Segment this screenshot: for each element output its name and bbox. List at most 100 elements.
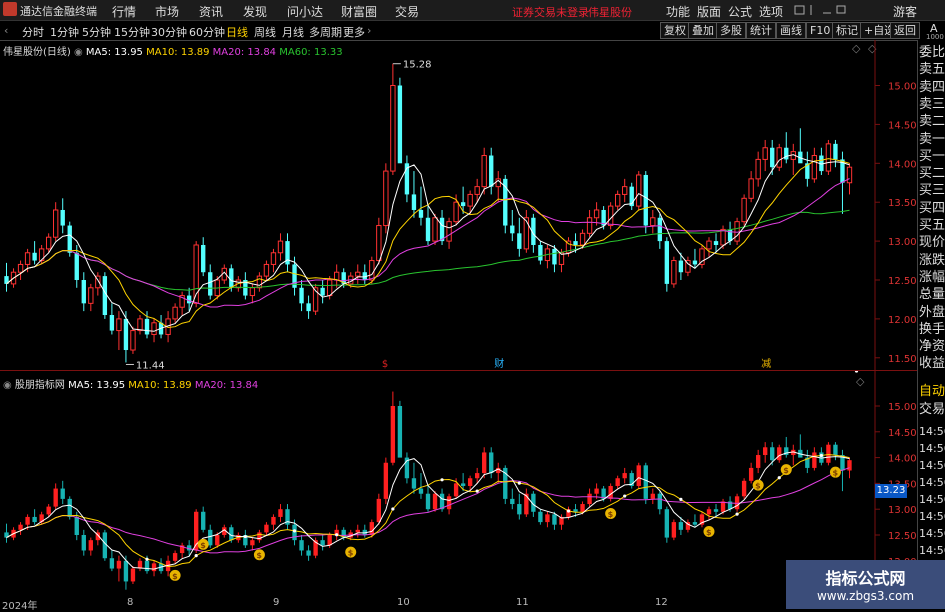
mark-button[interactable]: 标记 [832, 22, 862, 39]
sidebar-item[interactable]: 涨幅 [919, 270, 945, 286]
sidebar-item[interactable]: 14:56 [919, 475, 945, 491]
menu-layout[interactable]: 版面 [697, 3, 721, 20]
candle-body [45, 236, 52, 250]
login-notice[interactable]: 证券交易未登录 [512, 4, 589, 20]
period-multi[interactable]: 多周期 [309, 24, 342, 40]
sidebar-item[interactable]: 换手 [919, 322, 945, 338]
candle-body [172, 306, 178, 320]
overlay-button[interactable]: 叠加 [688, 22, 718, 39]
period-1min[interactable]: 1分钟 [50, 24, 79, 40]
candle-body [474, 186, 480, 195]
period-monthly[interactable]: 月线 [282, 24, 304, 40]
menu-news[interactable]: 资讯 [199, 3, 223, 20]
period-30min[interactable]: 30分钟 [151, 24, 187, 40]
guest-label[interactable]: 游客 [893, 3, 917, 20]
toolbar-back-icon[interactable]: ‹ [4, 24, 8, 37]
y-tick-label: 12.50 [888, 276, 917, 287]
sidebar-item[interactable]: 卖三 [919, 97, 945, 113]
signal-dot [679, 497, 683, 501]
period-60min[interactable]: 60分钟 [189, 24, 225, 40]
sidebar-item[interactable]: 卖一 [919, 132, 945, 148]
sidebar-item[interactable]: 买四 [919, 201, 945, 217]
sidebar-item[interactable]: 14:56 [919, 441, 945, 457]
shirt-icon[interactable] [794, 5, 805, 15]
sidebar-item[interactable]: 14:56 [919, 526, 945, 542]
candle-body [327, 535, 332, 546]
candle-body [208, 272, 213, 296]
period-daily[interactable]: 日线 [226, 24, 248, 40]
candle-body [229, 268, 234, 288]
candle-body [81, 280, 86, 304]
chevron-right-icon[interactable]: › [367, 24, 371, 37]
money-bag-icon: $ [345, 546, 357, 558]
period-more[interactable]: 更多 [343, 24, 365, 40]
signal-dot [777, 476, 781, 480]
menu-function[interactable]: 功能 [666, 3, 690, 20]
sidebar-item[interactable]: 14:56 [919, 492, 945, 508]
statistics-button[interactable]: 统计 [746, 22, 776, 39]
menu-market[interactable]: 行情 [112, 3, 136, 20]
low-price-label: 11.44 [136, 360, 165, 370]
sidebar-item[interactable]: 总量 [919, 287, 945, 303]
sidebar-item[interactable]: 14:56 [919, 543, 945, 559]
y-tick-label: 11.50 [888, 354, 917, 365]
candlestick-chart[interactable]: 15.00 14.50 14.00 13.50 13.00 12.50 12.00 11.50… [0, 40, 917, 370]
candle-body [489, 452, 494, 474]
candle-body [741, 197, 747, 223]
candle-body [748, 178, 754, 199]
menu-trade[interactable]: 交易 [395, 3, 419, 20]
menu-formula[interactable]: 公式 [728, 3, 752, 20]
sidebar-item[interactable]: 卖二 [919, 114, 945, 130]
f10-button[interactable]: F10 [806, 22, 835, 39]
candle-body [376, 498, 382, 523]
period-weekly[interactable]: 周线 [254, 24, 276, 40]
sidebar-item[interactable]: 卖五 [919, 62, 945, 78]
sidebar-item[interactable]: 自动 [919, 384, 945, 400]
top-menu-bar: 通达信金融终端 行情 市场 资讯 发现 问小达 财富圈 交易 证券交易未登录 伟… [0, 0, 945, 21]
money-bag-symbol: $ [172, 572, 178, 581]
sidebar-item[interactable]: 买五 [919, 218, 945, 234]
sidebar-item[interactable]: 买一 [919, 149, 945, 165]
candle-body [770, 447, 775, 461]
period-5min[interactable]: 5分钟 [82, 24, 111, 40]
draw-button[interactable]: 画线 [776, 22, 806, 39]
period-intraday[interactable]: 分时 [22, 24, 44, 40]
candle-body [355, 529, 360, 533]
stock-link[interactable]: 伟星股份 [588, 4, 632, 20]
signal-dot [819, 453, 823, 458]
maximize-icon[interactable] [836, 5, 846, 14]
indicator-chart[interactable]: 15.0014.5014.0013.5013.0012.5012.00$$$$$… [0, 371, 917, 597]
sidebar-item[interactable]: 涨跌 [919, 253, 945, 269]
sidebar-item[interactable]: 委比 [919, 45, 945, 61]
candle-body [671, 522, 677, 538]
sidebar-item[interactable]: 净资 [919, 339, 945, 355]
menu-discover[interactable]: 发现 [243, 3, 267, 20]
sidebar-item[interactable]: 交易 [919, 402, 945, 418]
menu-wealth[interactable]: 财富圈 [341, 3, 377, 20]
candle-body [397, 85, 403, 164]
menu-options[interactable]: 选项 [759, 3, 783, 20]
adjust-button[interactable]: 复权 [660, 22, 690, 39]
candle-body [593, 209, 600, 219]
sidebar-item[interactable]: 14:56 [919, 424, 945, 440]
candle-body [277, 240, 284, 254]
menu-ask[interactable]: 问小达 [287, 3, 323, 20]
candle-body [643, 174, 648, 226]
sidebar-item[interactable]: 买二 [919, 166, 945, 182]
sidebar-item[interactable]: 14:56 [919, 509, 945, 525]
sidebar-item[interactable]: 卖四 [919, 80, 945, 96]
sidebar-item[interactable]: 14:56 [919, 458, 945, 474]
menu-markets[interactable]: 市场 [155, 3, 179, 20]
sidebar-item[interactable]: 买三 [919, 183, 945, 199]
y-tick-label: 13.00 [888, 505, 917, 516]
multi-stock-button[interactable]: 多股 [716, 22, 746, 39]
sidebar-item[interactable]: 外盘 [919, 305, 945, 321]
sidebar-item[interactable]: 现价 [919, 235, 945, 251]
return-button[interactable]: 返回 [890, 22, 920, 39]
candle-body [130, 568, 136, 582]
y-tick-label: 12.00 [888, 315, 917, 326]
signal-dot [145, 557, 149, 561]
sidebar-item[interactable]: 收益 [919, 356, 945, 372]
period-15min[interactable]: 15分钟 [114, 24, 150, 40]
candle-body [60, 209, 65, 226]
